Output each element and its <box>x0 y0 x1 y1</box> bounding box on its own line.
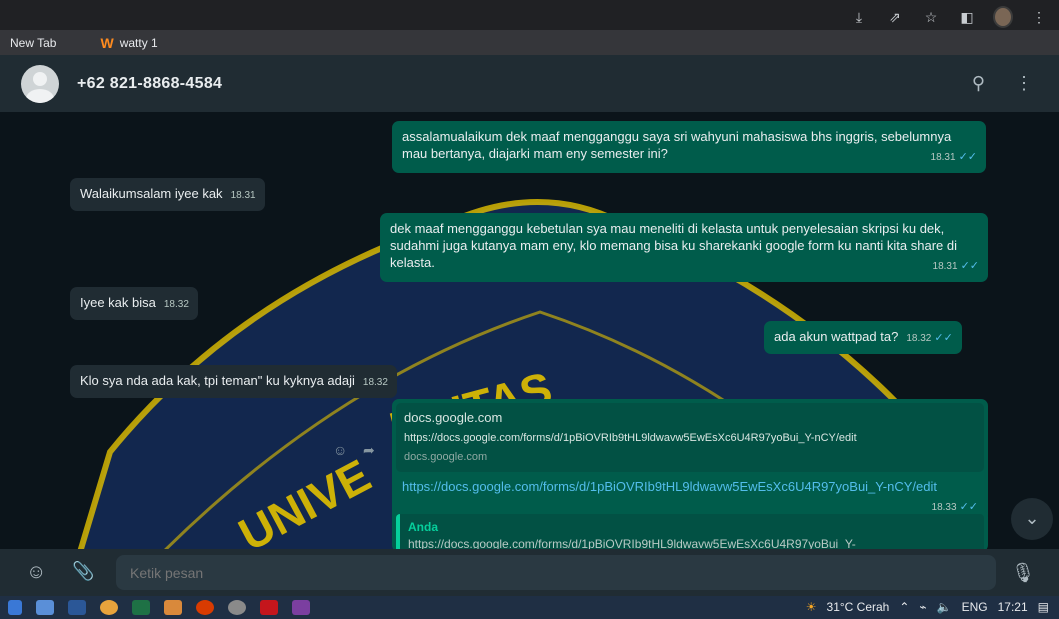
volume-icon[interactable]: 🔈 <box>937 600 952 614</box>
bookmark-watty[interactable]: W watty 1 <box>66 35 157 51</box>
bookmark-new-tab[interactable]: New Tab <box>10 36 56 50</box>
windows-taskbar: ☀ 31°C Cerah ⌃ ⌁ 🔈 ENG 17:21 ▤ <box>0 596 1059 619</box>
acrobat-icon[interactable] <box>260 600 278 615</box>
network-icon[interactable]: ⌁ <box>919 600 926 614</box>
chat-messages[interactable]: UNIVE RSITAS MUHAM MADIYAH MAKASSAR assa… <box>0 112 1059 549</box>
message-time: 18.31 ✓✓ <box>931 149 977 166</box>
download-icon[interactable]: ⤓ <box>849 9 869 26</box>
tray-chevron-icon[interactable]: ⌃ <box>899 600 909 614</box>
message-bubble-incoming[interactable]: Klo sya nda ada kak, tpi teman" ku kykny… <box>70 365 397 398</box>
search-icon[interactable]: ⚲ <box>972 73 985 94</box>
message-bubble-outgoing[interactable]: assalamualaikum dek maaf mengganggu saya… <box>392 121 986 173</box>
forward-icon[interactable]: ➦ <box>363 442 375 459</box>
profile-avatar[interactable] <box>993 6 1013 28</box>
bookmark-label: watty 1 <box>119 35 158 50</box>
chrome-icon[interactable] <box>100 600 118 615</box>
link-preview-url: https://docs.google.com/forms/d/1pBiOVRI… <box>404 432 857 444</box>
sidepanel-icon[interactable]: ◧ <box>957 9 977 26</box>
more-icon[interactable]: ⋮ <box>1029 9 1049 26</box>
microphone-icon[interactable]: 🎙 <box>1011 561 1035 585</box>
bookmark-label: New Tab <box>10 35 57 50</box>
message-text: Walaikumsalam iyee kak <box>80 186 223 201</box>
clock[interactable]: 17:21 <box>998 600 1028 614</box>
message-input[interactable] <box>116 555 996 590</box>
browser-toolbar: ⤓ ⇗ ☆ ◧ ⋮ <box>0 0 1059 30</box>
message-text: assalamualaikum dek maaf mengganggu saya… <box>402 129 952 161</box>
time-label: 18.31 <box>932 261 958 272</box>
message-bubble-incoming[interactable]: Iyee kak bisa 18.32 <box>70 287 198 320</box>
wattpad-icon: W <box>100 34 114 51</box>
time-label: 18.31 <box>930 152 956 163</box>
link-preview[interactable]: docs.google.com https://docs.google.com/… <box>396 403 984 472</box>
read-ticks-icon: ✓✓ <box>934 332 953 344</box>
app-icon[interactable] <box>292 600 310 615</box>
word-icon[interactable] <box>68 600 86 615</box>
start-icon[interactable] <box>8 600 22 615</box>
read-ticks-icon: ✓✓ <box>960 260 979 272</box>
weather-icon: ☀ <box>805 600 817 614</box>
emoji-react-icon[interactable]: ☺ <box>333 442 347 458</box>
star-icon[interactable]: ☆ <box>921 9 941 26</box>
message-text: Iyee kak bisa <box>80 295 156 310</box>
message-text: dek maaf mengganggu kebetulan sya mau me… <box>390 221 957 270</box>
chevron-down-icon: ⌄ <box>1024 508 1040 528</box>
contact-name[interactable]: +62 821-8868-4584 <box>77 75 222 93</box>
quote-author: Anda <box>408 520 438 534</box>
message-time: 18.31 <box>230 190 256 201</box>
message-link[interactable]: https://docs.google.com/forms/d/1pBiOVRI… <box>402 479 937 494</box>
message-bubble-link[interactable]: docs.google.com https://docs.google.com/… <box>392 399 988 522</box>
read-ticks-icon: ✓✓ <box>958 151 977 163</box>
message-time: 18.31 ✓✓ <box>933 258 979 275</box>
time-label: 18.32 <box>906 333 932 344</box>
message-bubble-incoming[interactable]: Walaikumsalam iyee kak 18.31 <box>70 178 265 211</box>
message-bubble-outgoing[interactable]: dek maaf mengganggu kebetulan sya mau me… <box>380 213 988 282</box>
chat-header[interactable]: +62 821-8868-4584 ⚲ ⋮ <box>0 55 1059 112</box>
keyboard-icon[interactable] <box>36 600 54 615</box>
app-icon[interactable] <box>196 600 214 615</box>
settings-icon[interactable] <box>228 600 246 615</box>
link-preview-title: docs.google.com <box>404 410 503 425</box>
message-time: 18.32 <box>362 377 388 388</box>
svg-text:UNIVE: UNIVE <box>230 449 379 549</box>
language-indicator[interactable]: ENG <box>962 600 988 614</box>
message-bubble-reply[interactable]: Anda https://docs.google.com/forms/d/1pB… <box>392 510 988 549</box>
share-icon[interactable]: ⇗ <box>885 9 905 26</box>
scroll-down-button[interactable]: ⌄ <box>1011 498 1053 540</box>
message-time: 18.32 ✓✓ <box>906 332 953 344</box>
browser-toolbar-icons: ⤓ ⇗ ☆ ◧ ⋮ <box>849 6 1049 28</box>
emoji-icon[interactable]: ☺ <box>26 561 46 584</box>
bookmarks-bar: New Tab W watty 1 <box>0 30 1059 55</box>
contact-avatar[interactable] <box>21 64 59 103</box>
attach-icon[interactable]: 📎 <box>72 561 94 582</box>
message-time: 18.32 <box>163 299 189 310</box>
link-preview-domain: docs.google.com <box>404 451 488 463</box>
message-bubble-outgoing[interactable]: ada akun wattpad ta? 18.32 ✓✓ <box>764 321 962 354</box>
menu-icon[interactable]: ⋮ <box>1015 73 1033 94</box>
notifications-icon[interactable]: ▤ <box>1038 600 1049 614</box>
app-icon[interactable] <box>164 600 182 615</box>
quote-text: https://docs.google.com/forms/d/1pBiOVRI… <box>408 537 856 549</box>
message-text: ada akun wattpad ta? <box>774 329 899 344</box>
excel-icon[interactable] <box>132 600 150 615</box>
message-composer: ☺ 📎 🎙 <box>0 549 1059 596</box>
message-text: Klo sya nda ada kak, tpi teman" ku kykny… <box>80 373 355 388</box>
weather-text[interactable]: 31°C Cerah <box>827 600 890 614</box>
screen: ⤓ ⇗ ☆ ◧ ⋮ New Tab W watty 1 +62 821-8868… <box>0 0 1059 619</box>
chat-header-actions: ⚲ ⋮ <box>972 73 1033 94</box>
system-tray: ☀ 31°C Cerah ⌃ ⌁ 🔈 ENG 17:21 ▤ <box>806 600 1049 614</box>
